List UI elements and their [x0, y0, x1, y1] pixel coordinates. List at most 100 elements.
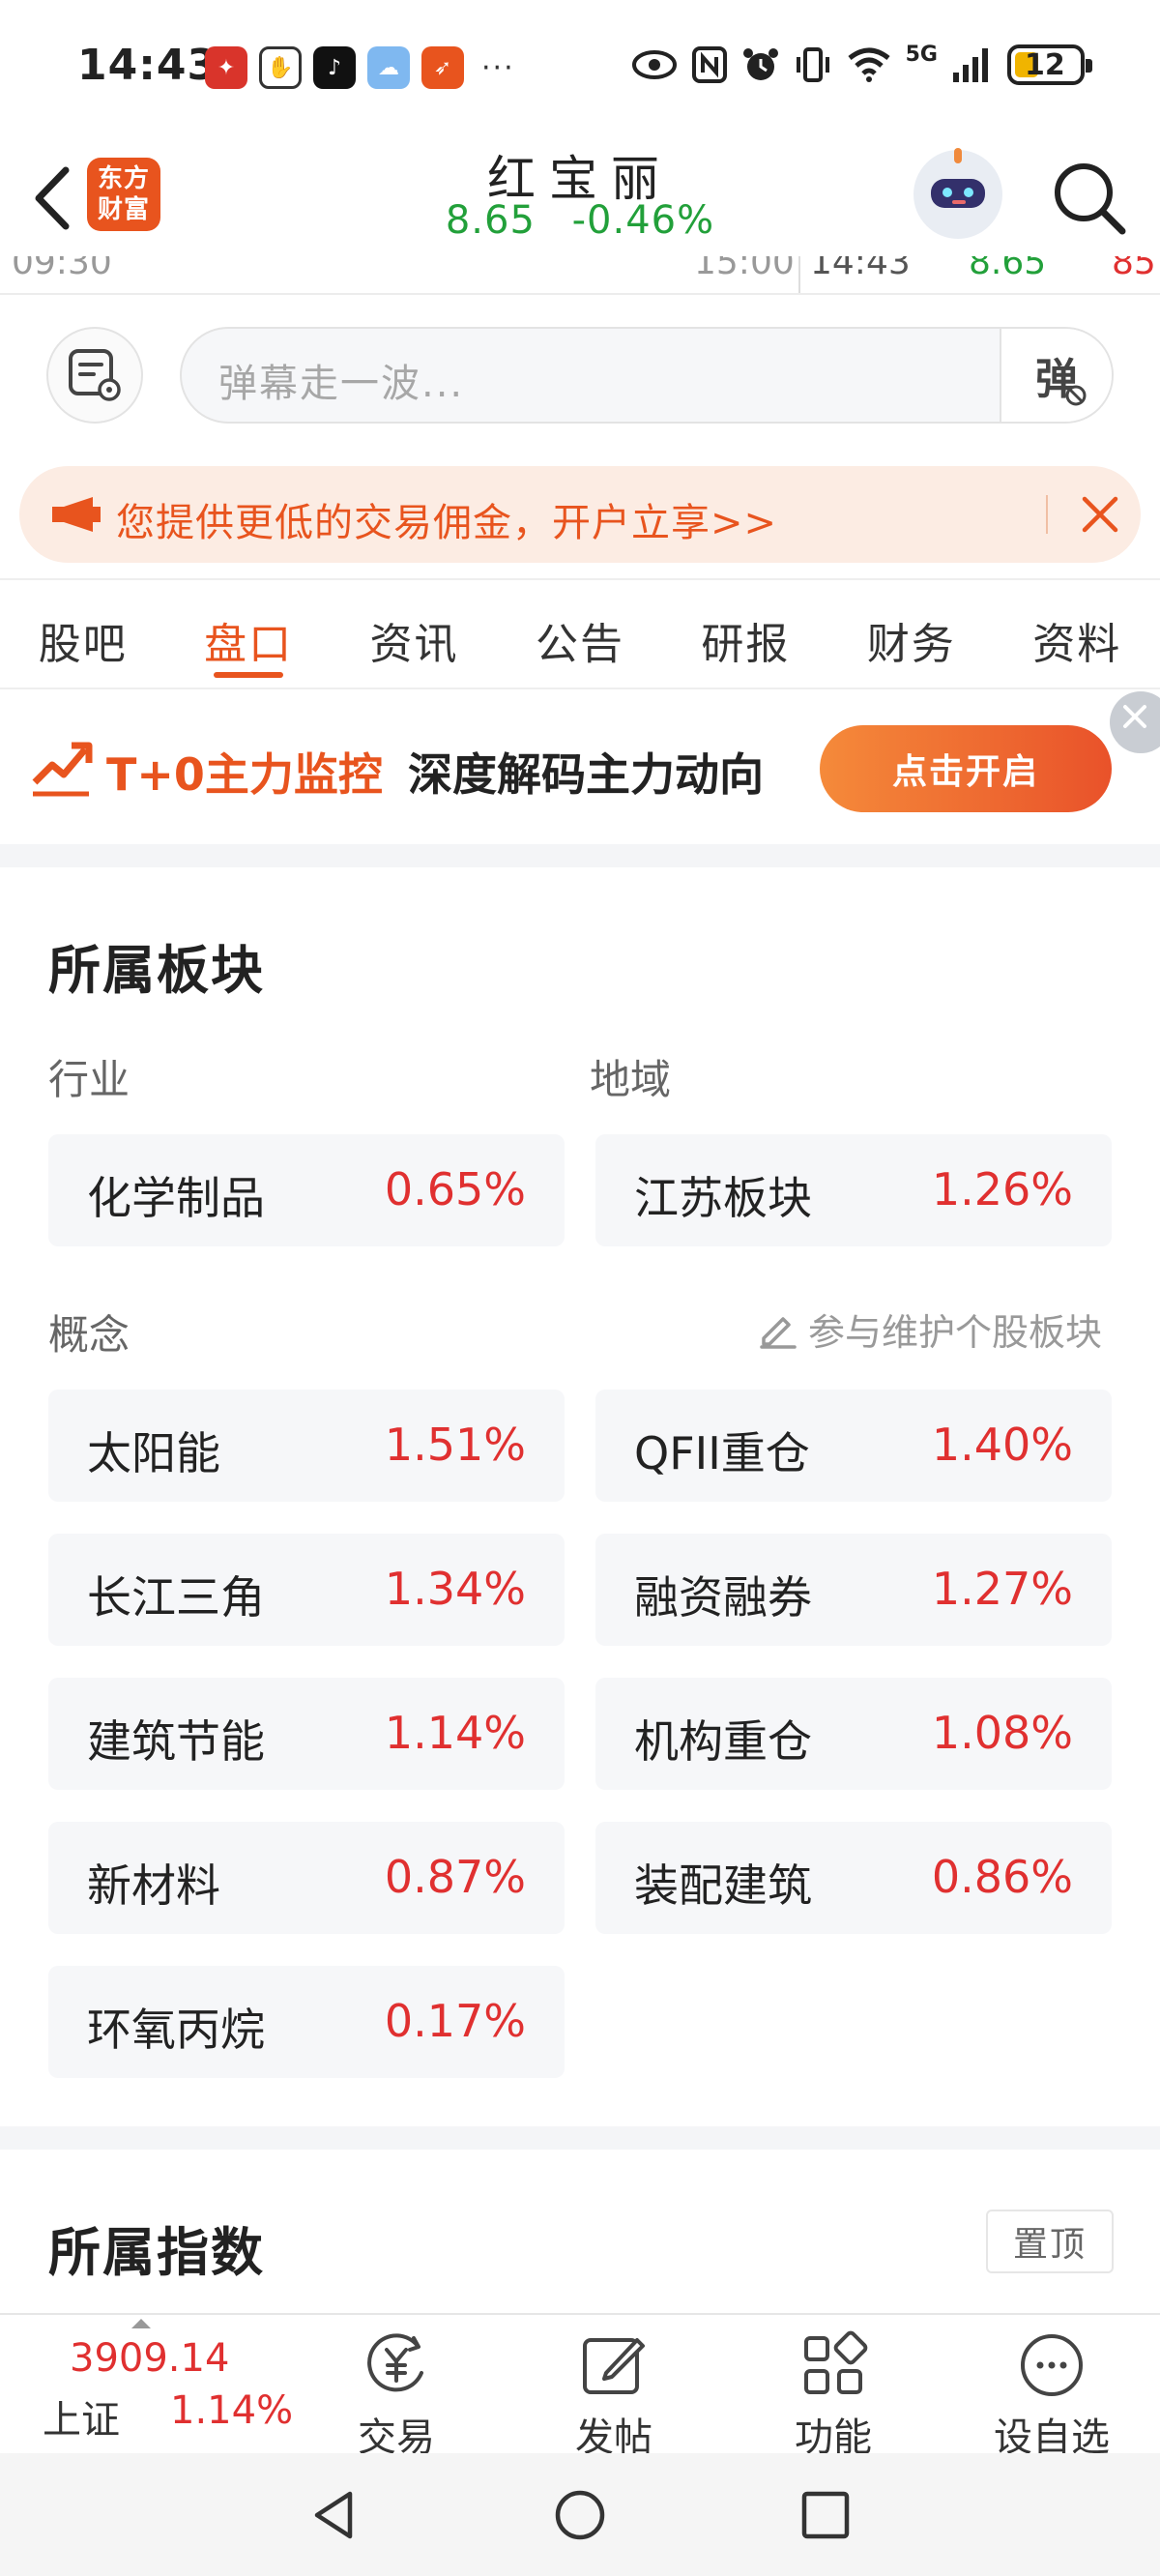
concept-card[interactable]: 环氧丙烷 0.17%: [48, 1966, 565, 2078]
index-value: 3909.14: [70, 2336, 230, 2381]
chart-cursor-time: 14:43: [810, 256, 911, 282]
network-type-label: 5G: [905, 43, 938, 67]
danmaku-input[interactable]: 弹幕走一波... 弹: [180, 327, 1114, 424]
danmaku-settings-button[interactable]: [46, 327, 143, 424]
concept-value: 1.08%: [931, 1707, 1073, 1759]
promo-banner[interactable]: 您提供更低的交易佣金，开户立享>>: [19, 466, 1141, 563]
tab-news[interactable]: 资讯: [332, 580, 497, 688]
yuan-circle-icon: [367, 2333, 423, 2392]
stock-price: 8.65: [445, 198, 536, 243]
bottom-toolbar: 3909.14 上证 1.14% 交易 发帖 功能 设自选: [0, 2313, 1160, 2460]
pin-top-button[interactable]: 置顶: [986, 2210, 1114, 2273]
monitor-ad-banner[interactable]: T+0主力监控 深度解码主力动向 点击开启: [0, 691, 1160, 844]
section-divider: [0, 2126, 1160, 2150]
concept-card[interactable]: 长江三角 1.34%: [48, 1534, 565, 1646]
concept-value: 1.40%: [931, 1419, 1073, 1471]
battery-level: 12: [1025, 47, 1065, 82]
danmaku-row: 弹幕走一波... 弹: [0, 309, 1160, 435]
status-system-icons: 5G 12: [631, 43, 1092, 85]
concept-value: 0.86%: [931, 1851, 1073, 1903]
concept-card[interactable]: 新材料 0.87%: [48, 1822, 565, 1934]
concept-name: 长江三角: [87, 1571, 265, 1624]
region-name: 江苏板块: [634, 1172, 812, 1224]
tab-profile[interactable]: 资料: [995, 580, 1160, 688]
tab-guba[interactable]: 股吧: [0, 580, 165, 688]
industry-value: 0.65%: [384, 1163, 526, 1215]
tab-pankou[interactable]: 盘口: [165, 580, 331, 688]
maintain-sectors-link[interactable]: 参与维护个股板块: [758, 1303, 1102, 1356]
concept-card[interactable]: 太阳能 1.51%: [48, 1390, 565, 1502]
danmaku-off-icon: [1065, 385, 1087, 406]
hand-app-icon: ✋: [259, 46, 302, 89]
concept-name: 环氧丙烷: [87, 2004, 265, 2056]
danmaku-settings-icon: [69, 349, 121, 401]
concept-name: 机构重仓: [634, 1715, 812, 1768]
index-pct: 1.14%: [170, 2388, 294, 2433]
region-card[interactable]: 江苏板块 1.26%: [595, 1134, 1112, 1246]
weather-app-icon: ☁: [367, 46, 410, 89]
search-button[interactable]: [1049, 158, 1130, 239]
ad-title-rest: 深度解码主力动向: [408, 748, 764, 801]
eye-icon: [631, 50, 677, 79]
megaphone-icon: [52, 497, 101, 532]
concept-card[interactable]: QFII重仓 1.40%: [595, 1390, 1112, 1502]
vibrate-icon: [796, 47, 829, 82]
triangle-back-icon: [314, 2491, 353, 2539]
promo-close-button[interactable]: [1079, 493, 1121, 536]
signal-icon: [953, 48, 988, 82]
chart-start-time: 09:30: [12, 256, 112, 282]
sector-title: 所属板块: [48, 940, 265, 1001]
trade-button[interactable]: 交易: [300, 2321, 493, 2460]
concept-name: 新材料: [87, 1859, 220, 1912]
news-app-icon: ✦: [205, 46, 247, 89]
industry-card[interactable]: 化学制品 0.65%: [48, 1134, 565, 1246]
status-notification-icons: ✦ ✋ ♪ ☁ ➶ ···: [205, 46, 515, 89]
chart-end-time: 15:00: [694, 256, 795, 282]
concept-card[interactable]: 机构重仓 1.08%: [595, 1678, 1112, 1790]
trend-chart-icon: [32, 742, 93, 797]
nav-home-button[interactable]: [541, 2476, 619, 2554]
ad-open-button[interactable]: 点击开启: [820, 725, 1112, 812]
promo-text: 您提供更低的交易佣金，开户立享>>: [116, 501, 778, 545]
region-value: 1.26%: [931, 1163, 1073, 1215]
tab-finance[interactable]: 财务: [828, 580, 994, 688]
concept-value: 1.34%: [384, 1563, 526, 1615]
add-watchlist-button[interactable]: 设自选: [955, 2321, 1148, 2460]
concept-card[interactable]: 融资融券 1.27%: [595, 1534, 1112, 1646]
danmaku-send-button[interactable]: 弹: [1000, 329, 1112, 422]
concept-card[interactable]: 建筑节能 1.14%: [48, 1678, 565, 1790]
tab-announcements[interactable]: 公告: [497, 580, 662, 688]
maintain-link-label: 参与维护个股板块: [808, 1311, 1103, 1354]
status-time: 14:43: [77, 41, 218, 90]
concept-name: 装配建筑: [634, 1859, 812, 1912]
assistant-robot-avatar[interactable]: [914, 148, 1002, 239]
pencil-icon: [760, 1316, 797, 1349]
search-icon: [1055, 163, 1126, 235]
grid-icon: [804, 2330, 868, 2394]
index-name: 上证: [43, 2398, 120, 2443]
features-button[interactable]: 功能: [737, 2321, 930, 2460]
region-label: 地域: [590, 1056, 672, 1103]
status-bar: 14:43 ✦ ✋ ♪ ☁ ➶ ··· 5G 12: [0, 0, 1160, 140]
square-recents-icon: [801, 2491, 850, 2539]
nav-recents-button[interactable]: [787, 2476, 864, 2554]
index-section: 所属指数 置顶: [0, 2150, 1160, 2314]
wifi-icon: [848, 47, 890, 82]
tab-bar: 股吧 盘口 资讯 公告 研报 财务 资料: [0, 578, 1160, 689]
alarm-icon: [742, 48, 778, 80]
tab-research[interactable]: 研报: [663, 580, 828, 688]
concept-card[interactable]: 装配建筑 0.86%: [595, 1822, 1112, 1934]
section-divider: [0, 844, 1160, 867]
ad-close-button[interactable]: [1110, 691, 1160, 753]
circle-home-icon: [555, 2490, 605, 2540]
battery-icon: 12: [1007, 44, 1092, 85]
post-button[interactable]: 发帖: [517, 2321, 710, 2460]
industry-name: 化学制品: [87, 1172, 265, 1224]
danmaku-placeholder: 弹幕走一波...: [218, 362, 465, 406]
concept-value: 1.27%: [931, 1563, 1073, 1615]
nav-back-button[interactable]: [296, 2476, 373, 2554]
concept-name: 太阳能: [87, 1427, 220, 1479]
edit-icon: [583, 2338, 645, 2394]
more-circle-icon: [1021, 2334, 1083, 2396]
close-icon: [1123, 705, 1146, 728]
